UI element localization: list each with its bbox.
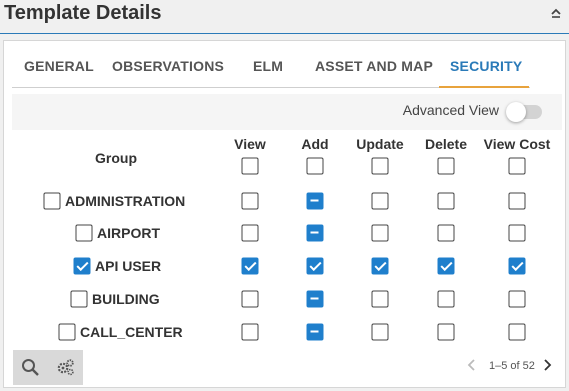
page-header: Template Details [0, 0, 569, 34]
permission-checkbox-api-user-view[interactable] [241, 257, 259, 275]
group-checkbox-airport[interactable] [75, 224, 93, 242]
search-button[interactable] [13, 350, 48, 385]
tab-security[interactable]: SECURITY [450, 58, 522, 74]
chevron-up-icon[interactable] [549, 6, 563, 20]
permission-checkbox-airport-delete[interactable] [437, 224, 455, 242]
select-all-add-checkbox[interactable] [306, 157, 324, 175]
permission-checkbox-building-view[interactable] [241, 290, 259, 308]
select-all-view-checkbox[interactable] [241, 157, 259, 175]
permission-checkbox-call-center-delete[interactable] [437, 323, 455, 341]
group-label: BUILDING [92, 291, 160, 307]
group-checkbox-api-user[interactable] [73, 257, 91, 275]
tab-asset-and-map[interactable]: ASSET AND MAP [315, 58, 433, 74]
permission-checkbox-administration-update[interactable] [371, 192, 389, 210]
tab-bar: GENERAL OBSERVATIONS ELM ASSET AND MAP S… [12, 46, 530, 88]
gears-icon [57, 359, 74, 376]
permission-checkbox-api-user-add[interactable] [306, 257, 324, 275]
column-header-view-cost: View Cost [483, 136, 551, 152]
advanced-view-bar: Advanced View [12, 94, 562, 130]
group-label: CALL_CENTER [80, 324, 183, 340]
tab-elm[interactable]: ELM [253, 58, 283, 74]
column-header-delete: Delete [424, 136, 468, 152]
search-icon [22, 359, 39, 376]
advanced-view-toggle[interactable] [506, 102, 542, 122]
settings-button[interactable] [48, 350, 83, 385]
select-all-view-cost-checkbox[interactable] [508, 157, 526, 175]
next-page-icon[interactable] [541, 358, 553, 372]
permission-checkbox-call-center-update[interactable] [371, 323, 389, 341]
permission-checkbox-airport-add[interactable] [306, 224, 324, 242]
column-header-view: View [234, 136, 266, 152]
group-label: AIRPORT [97, 225, 160, 241]
permission-checkbox-airport-view-cost[interactable] [508, 224, 526, 242]
group-checkbox-call-center[interactable] [58, 323, 76, 341]
permission-checkbox-api-user-delete[interactable] [437, 257, 455, 275]
group-label: API USER [95, 258, 162, 274]
permission-checkbox-administration-view[interactable] [241, 192, 259, 210]
permission-checkbox-api-user-view-cost[interactable] [508, 257, 526, 275]
group-column-header: Group [95, 150, 137, 166]
permission-checkbox-administration-view-cost[interactable] [508, 192, 526, 210]
tab-observations[interactable]: OBSERVATIONS [112, 58, 224, 74]
bottom-toolbar [13, 350, 83, 385]
previous-page-icon[interactable] [466, 358, 478, 372]
tab-general[interactable]: GENERAL [24, 58, 94, 74]
active-tab-indicator [439, 86, 529, 88]
group-checkbox-building[interactable] [70, 290, 88, 308]
permission-checkbox-call-center-view[interactable] [241, 323, 259, 341]
permission-checkbox-administration-delete[interactable] [437, 192, 455, 210]
column-header-add: Add [301, 136, 329, 152]
permission-checkbox-airport-update[interactable] [371, 224, 389, 242]
pagination-range: 1–5 of 52 [489, 360, 535, 372]
permission-checkbox-building-delete[interactable] [437, 290, 455, 308]
permission-checkbox-call-center-add[interactable] [306, 323, 324, 341]
select-all-delete-checkbox[interactable] [437, 157, 455, 175]
column-header-update: Update [356, 136, 404, 152]
group-label: ADMINISTRATION [65, 193, 186, 209]
permission-checkbox-airport-view[interactable] [241, 224, 259, 242]
permission-checkbox-api-user-update[interactable] [371, 257, 389, 275]
permission-checkbox-building-add[interactable] [306, 290, 324, 308]
permission-checkbox-building-update[interactable] [371, 290, 389, 308]
page-title: Template Details [4, 2, 162, 24]
permission-checkbox-building-view-cost[interactable] [508, 290, 526, 308]
select-all-update-checkbox[interactable] [371, 157, 389, 175]
advanced-view-label: Advanced View [402, 102, 499, 118]
permission-checkbox-administration-add[interactable] [306, 192, 324, 210]
group-checkbox-administration[interactable] [43, 192, 61, 210]
permission-checkbox-call-center-view-cost[interactable] [508, 323, 526, 341]
template-details-panel: GENERAL OBSERVATIONS ELM ASSET AND MAP S… [3, 40, 566, 388]
